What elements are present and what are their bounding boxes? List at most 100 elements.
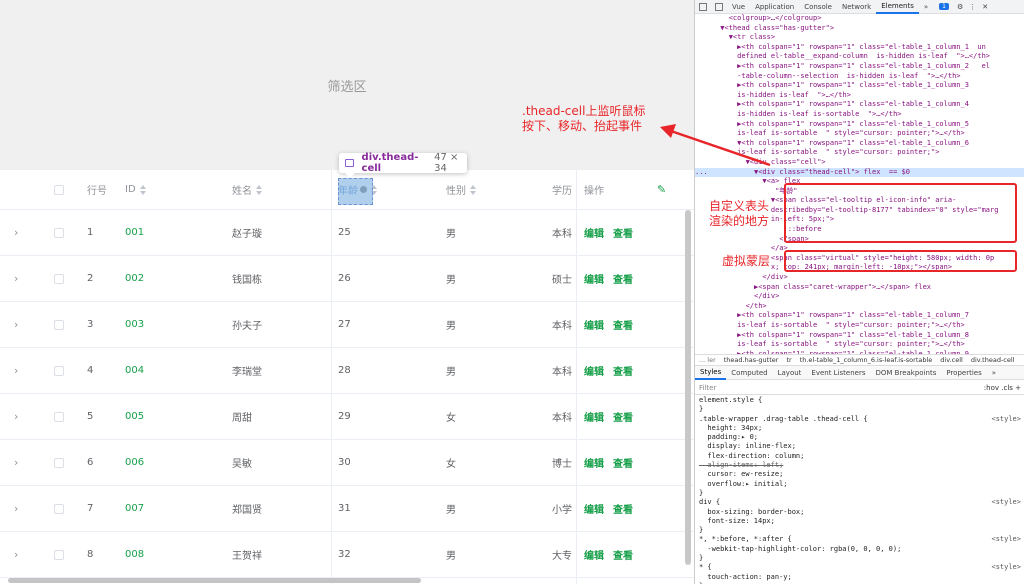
dom-node-line[interactable]: ▶<th colspan="1" rowspan="1" class="el-t…	[695, 81, 1024, 91]
view-link[interactable]: 查看	[613, 455, 633, 470]
view-link[interactable]: 查看	[613, 409, 633, 424]
inspect-icon[interactable]	[699, 2, 707, 11]
header-gender[interactable]: 性别	[446, 170, 546, 209]
sort-caret-icon[interactable]	[139, 184, 146, 195]
css-rule-line[interactable]: align-items: left;	[695, 461, 1024, 470]
breadcrumb-item[interactable]: thead.has-gutter	[724, 356, 779, 364]
row-checkbox[interactable]	[54, 549, 64, 560]
table-row[interactable]: › 2 002 钱国栋 26 男 硕士 编辑 查看	[0, 256, 694, 302]
dom-node-line[interactable]: is-hidden is-leaf is-sortable ">…</th>	[695, 110, 1024, 120]
styles-pane[interactable]: element.style {} .table-wrapper .drag-tab…	[695, 396, 1024, 584]
kebab-menu-icon[interactable]: ⋮	[969, 3, 976, 11]
row-checkbox[interactable]	[54, 457, 64, 468]
css-rule-line[interactable]: flex-direction: column;	[695, 452, 1024, 461]
edit-link[interactable]: 编辑	[584, 317, 604, 332]
tab-elements[interactable]: Elements	[876, 0, 919, 14]
row-checkbox[interactable]	[54, 411, 64, 422]
breadcrumb-item[interactable]: th.el-table_1_column_6.is-leaf.is-sortab…	[800, 356, 933, 364]
dom-node-line[interactable]: is-leaf is-sortable " style="cursor: poi…	[695, 321, 1024, 331]
breadcrumb-item[interactable]: div.thead-cell	[971, 356, 1015, 364]
expand-chevron-icon[interactable]: ›	[14, 440, 28, 485]
dom-node-line[interactable]: defined el-table__expand-column is-hidde…	[695, 52, 1024, 62]
css-rule-line[interactable]: touch-action: pan-y;	[695, 573, 1024, 582]
css-rule-line[interactable]: * {<style>	[695, 563, 1024, 572]
styles-tab[interactable]: Properties	[941, 369, 986, 377]
edit-columns-icon[interactable]: ✎	[657, 170, 671, 209]
css-source-link[interactable]: <style>	[991, 535, 1021, 544]
dom-node-line[interactable]: <colgroup>…</colgroup>	[695, 14, 1024, 24]
row-checkbox[interactable]	[54, 273, 64, 284]
header-edu[interactable]: 学历	[552, 170, 576, 209]
css-rule-line[interactable]: padding:▸ 0;	[695, 433, 1024, 442]
css-rule-line[interactable]: }	[695, 405, 1024, 414]
dom-node-line[interactable]: is-leaf is-sortable " style="cursor: poi…	[695, 129, 1024, 139]
css-rule-line[interactable]: overflow:▸ initial;	[695, 480, 1024, 489]
css-rule-line[interactable]: .table-wrapper .drag-table .thead-cell {…	[695, 415, 1024, 424]
dom-node-line[interactable]: is-hidden is-leaf ">…</th>	[695, 91, 1024, 101]
horizontal-scrollbar[interactable]	[8, 578, 421, 583]
dom-node-line[interactable]: is-leaf is-sortable " style="cursor: poi…	[695, 148, 1024, 158]
edit-link[interactable]: 编辑	[584, 225, 604, 240]
styles-tab[interactable]: »	[987, 369, 1001, 377]
vertical-scrollbar[interactable]	[685, 210, 691, 565]
expand-chevron-icon[interactable]: ›	[14, 210, 28, 255]
edit-link[interactable]: 编辑	[584, 271, 604, 286]
edit-link[interactable]: 编辑	[584, 547, 604, 562]
edit-link[interactable]: 编辑	[584, 455, 604, 470]
view-link[interactable]: 查看	[613, 317, 633, 332]
tab-vue[interactable]: Vue	[727, 0, 750, 14]
dom-node-line[interactable]: ▶<th colspan="1" rowspan="1" class="el-t…	[695, 100, 1024, 110]
table-row[interactable]: › 6 006 吴敏 30 女 博士 编辑 查看	[0, 440, 694, 486]
dom-node-line[interactable]: </div>	[695, 292, 1024, 302]
dom-node-line[interactable]: ▶<th colspan="1" rowspan="1" class="el-t…	[695, 120, 1024, 130]
table-row[interactable]: › 1 001 赵子璇 25 男 本科 编辑 查看	[0, 210, 694, 256]
tab-console[interactable]: Console	[799, 0, 837, 14]
issues-badge[interactable]: 1	[939, 3, 949, 10]
dom-node-line[interactable]: ▶<th colspan="1" rowspan="1" class="el-t…	[695, 43, 1024, 53]
row-checkbox[interactable]	[54, 365, 64, 376]
tab-application[interactable]: Application	[750, 0, 799, 14]
breadcrumb-item[interactable]: ... ler	[699, 356, 716, 364]
css-rule-line[interactable]: }	[695, 554, 1024, 563]
dom-node-line[interactable]: </div>	[695, 273, 1024, 283]
view-link[interactable]: 查看	[613, 501, 633, 516]
header-name[interactable]: 姓名	[232, 170, 327, 209]
table-row[interactable]: › 4 004 李瑞堂 28 男 本科 编辑 查看	[0, 348, 694, 394]
expand-chevron-icon[interactable]: ›	[14, 486, 28, 531]
expand-chevron-icon[interactable]: ›	[14, 394, 28, 439]
dom-node-line[interactable]: ▶<th colspan="1" rowspan="1" class="el-t…	[695, 62, 1024, 72]
dom-node-line[interactable]: </th>	[695, 302, 1024, 312]
edit-link[interactable]: 编辑	[584, 409, 604, 424]
sort-caret-icon[interactable]	[256, 184, 262, 195]
expand-chevron-icon[interactable]: ›	[14, 348, 28, 393]
dom-node-line[interactable]: -table-column--selection is-hidden is-le…	[695, 72, 1024, 82]
styles-tab[interactable]: Computed	[726, 369, 772, 377]
css-rule-line[interactable]: -webkit-tap-highlight-color: rgba(0, 0, …	[695, 545, 1024, 554]
table-row[interactable]: › 8 008 王贺祥 32 男 大专 编辑 查看	[0, 532, 694, 578]
expand-chevron-icon[interactable]: ›	[14, 256, 28, 301]
dom-node-line[interactable]: ▼<div class="cell">	[695, 158, 1024, 168]
css-rule-line[interactable]: div {<style>	[695, 498, 1024, 507]
sort-caret-icon[interactable]	[470, 184, 476, 195]
css-source-link[interactable]: <style>	[991, 563, 1021, 572]
css-rule-line[interactable]: element.style {	[695, 396, 1024, 405]
styles-tab[interactable]: Layout	[773, 369, 807, 377]
css-source-link[interactable]: <style>	[991, 498, 1021, 507]
css-source-link[interactable]: <style>	[991, 415, 1021, 424]
css-rule-line[interactable]: display: inline-flex;	[695, 442, 1024, 451]
dom-node-line[interactable]: ▼<th colspan="1" rowspan="1" class="el-t…	[695, 139, 1024, 149]
breadcrumb-item[interactable]: div.cell	[940, 356, 963, 364]
table-row[interactable]: › 3 003 孙夫子 27 男 本科 编辑 查看	[0, 302, 694, 348]
breadcrumb-item[interactable]: tr	[786, 356, 791, 364]
styles-filter-tools[interactable]: :hov .cls +	[984, 384, 1021, 392]
table-row[interactable]: › 5 005 周甜 29 女 本科 编辑 查看	[0, 394, 694, 440]
edit-link[interactable]: 编辑	[584, 363, 604, 378]
styles-filter-input[interactable]: Filter	[699, 384, 716, 392]
styles-tab[interactable]: DOM Breakpoints	[871, 369, 942, 377]
dom-node-line[interactable]: ▼<tr class>	[695, 33, 1024, 43]
row-checkbox[interactable]	[54, 503, 64, 514]
row-checkbox[interactable]	[54, 227, 64, 238]
tab-network[interactable]: Network	[837, 0, 876, 14]
edit-link[interactable]: 编辑	[584, 501, 604, 516]
dom-node-line[interactable]: is-leaf is-sortable " style="cursor: poi…	[695, 340, 1024, 350]
